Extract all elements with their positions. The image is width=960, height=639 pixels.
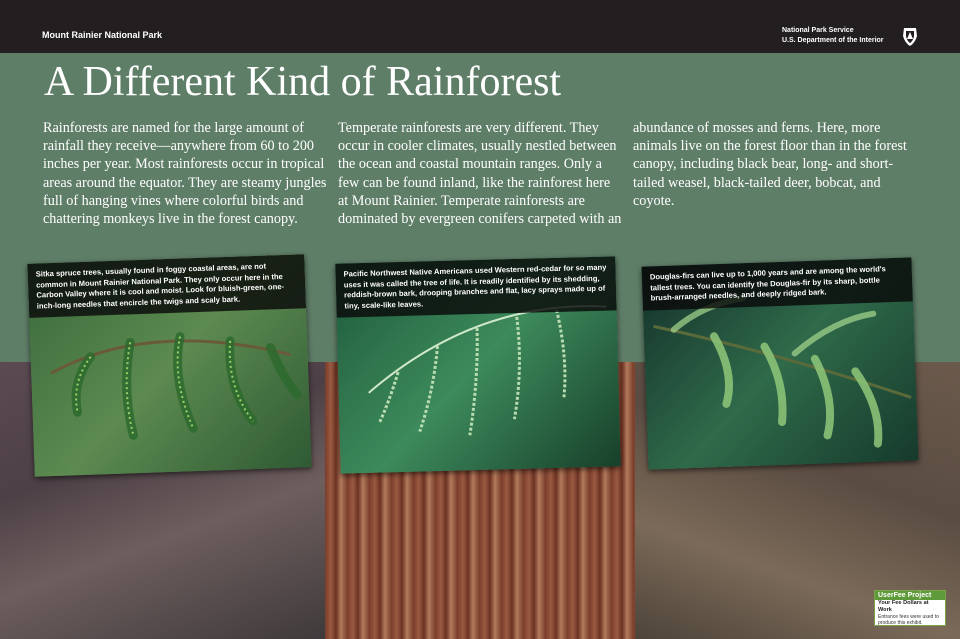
badge-body: Entrance fees were used to produce this …: [878, 614, 939, 626]
text-column-2: Temperate rainforests are very different…: [338, 120, 622, 228]
text-column-3: abundance of mosses and ferns. Here, mor…: [633, 120, 907, 209]
header-bar: Mount Rainier National Park National Par…: [0, 0, 960, 53]
western-red-cedar-photo: Pacific Northwest Native Americans used …: [335, 256, 621, 474]
douglas-fir-photo: Douglas-firs can live up to 1,000 years …: [641, 257, 919, 470]
department-name: U.S. Department of the Interior: [782, 37, 884, 44]
photo-caption: Sitka spruce trees, usually found in fog…: [27, 254, 307, 318]
userfee-project-badge: UserFee Project Your Fee Dollars at Work…: [874, 590, 946, 626]
text-column-1: Rainforests are named for the large amou…: [43, 120, 327, 228]
badge-subtitle: Your Fee Dollars at Work: [878, 600, 929, 613]
page-title: A Different Kind of Rainforest: [44, 59, 562, 105]
agency-name: National Park Service: [782, 27, 854, 34]
agency-block: National Park Service U.S. Department of…: [782, 26, 884, 46]
sitka-spruce-photo: Sitka spruce trees, usually found in fog…: [27, 254, 312, 477]
photo-caption: Pacific Northwest Native Americans used …: [335, 256, 617, 318]
park-name: Mount Rainier National Park: [42, 30, 163, 40]
nps-arrowhead-icon: [903, 28, 917, 46]
badge-brand-suffix: Project: [905, 592, 932, 599]
badge-brand: UserFee: [878, 592, 906, 599]
badge-title: UserFee Project: [875, 591, 945, 600]
